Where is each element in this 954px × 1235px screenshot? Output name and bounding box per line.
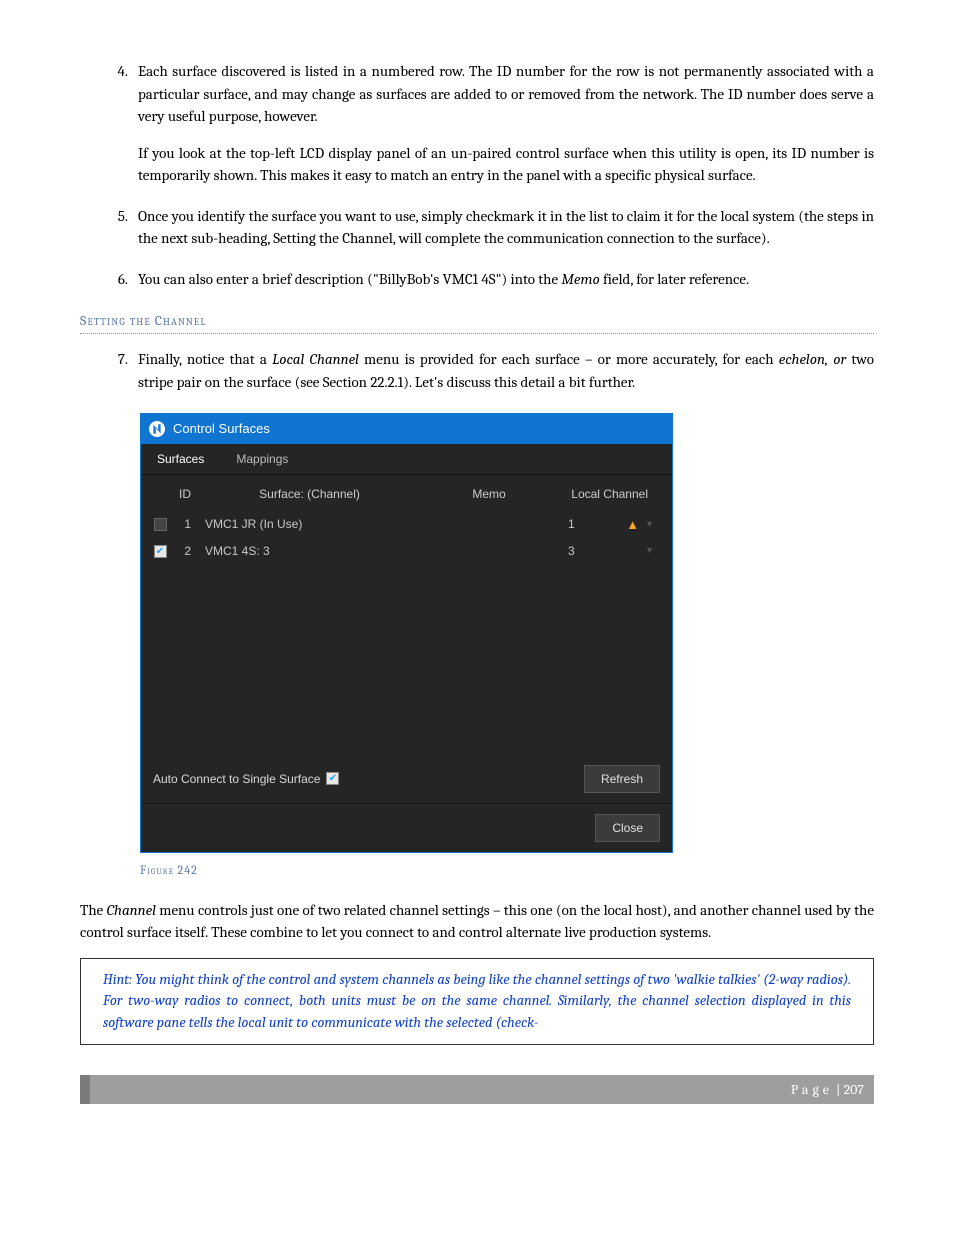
warning-icon: ▲ xyxy=(626,515,639,535)
row-checkbox-wrap xyxy=(149,518,171,531)
dialog-titlebar: Control Surfaces xyxy=(141,414,672,444)
list-item-7: 7. Finally, notice that a Local Channel … xyxy=(110,348,874,393)
row-checkbox[interactable]: ✔ xyxy=(154,545,167,558)
channel-emph: Channel xyxy=(107,901,156,919)
para: If you look at the top-left LCD display … xyxy=(138,142,874,187)
local-channel-emph: Local Channel xyxy=(272,350,359,368)
dialog-bottom-bar: Auto Connect to Single Surface ✔ Refresh xyxy=(141,755,672,803)
dialog-tabs: Surfaces Mappings xyxy=(141,444,672,475)
auto-connect-row: Auto Connect to Single Surface ✔ xyxy=(153,770,339,788)
list-item-6: 6. You can also enter a brief descriptio… xyxy=(110,268,874,291)
page-footer: Page | 207 xyxy=(80,1075,874,1104)
tab-surfaces[interactable]: Surfaces xyxy=(141,444,220,474)
surfaces-table: ID Surface: (Channel) Memo Local Channel… xyxy=(141,475,672,755)
footer-page-number: 207 xyxy=(844,1081,864,1098)
echelon-emph: echelon, or xyxy=(779,350,846,368)
footer-label: Page xyxy=(791,1081,833,1098)
memo-emph: Memo xyxy=(561,270,599,288)
para: Each surface discovered is listed in a n… xyxy=(138,62,874,125)
dialog-title: Control Surfaces xyxy=(173,419,270,439)
app-icon xyxy=(149,421,165,437)
list-number: 5. xyxy=(110,205,138,250)
close-button[interactable]: Close xyxy=(595,814,660,842)
list-number: 7. xyxy=(110,348,138,393)
figure-caption: Figure 242 xyxy=(140,861,874,879)
row-id: 1 xyxy=(171,515,199,533)
col-header-id: ID xyxy=(149,485,199,503)
dialog-close-bar: Close xyxy=(141,803,672,852)
row-checkbox[interactable] xyxy=(154,518,167,531)
numbered-list-upper: 4. Each surface discovered is listed in … xyxy=(110,60,874,290)
hint-box: Hint: You might think of the control and… xyxy=(80,958,874,1045)
table-header: ID Surface: (Channel) Memo Local Channel xyxy=(141,475,672,511)
col-header-memo: Memo xyxy=(414,485,564,503)
channel-value: 1 xyxy=(568,515,575,533)
control-surfaces-dialog: Control Surfaces Surfaces Mappings ID Su… xyxy=(140,413,673,853)
para-part: Finally, notice that a xyxy=(138,350,272,368)
chevron-down-icon: ▼ xyxy=(645,518,654,532)
list-item-5: 5. Once you identify the surface you wan… xyxy=(110,205,874,250)
list-number: 6. xyxy=(110,268,138,291)
list-number: 4. xyxy=(110,60,138,187)
para-part: menu controls just one of two related ch… xyxy=(80,901,874,942)
list-item-4: 4. Each surface discovered is listed in … xyxy=(110,60,874,187)
channel-value: 3 xyxy=(568,542,575,560)
para-part: field, for later reference. xyxy=(600,270,749,288)
table-row: ✔ 2 VMC1 4S: 3 3 ▼ xyxy=(141,538,672,564)
row-id: 2 xyxy=(171,542,199,560)
auto-connect-checkbox[interactable]: ✔ xyxy=(326,772,339,785)
list-text: Each surface discovered is listed in a n… xyxy=(138,60,874,187)
para-part: You can also enter a brief description (… xyxy=(138,270,561,288)
hint-text: Hint: You might think of the control and… xyxy=(103,971,851,1032)
table-row: 1 VMC1 JR (In Use) 1 ▲ ▼ xyxy=(141,511,672,539)
col-header-surface: Surface: (Channel) xyxy=(199,485,414,503)
numbered-list-lower: 7. Finally, notice that a Local Channel … xyxy=(110,348,874,393)
chevron-down-icon: ▼ xyxy=(645,544,654,558)
row-surface: VMC1 4S: 3 xyxy=(199,542,414,560)
col-header-local-channel: Local Channel xyxy=(564,485,654,503)
para-part: menu is provided for each surface – or m… xyxy=(359,350,779,368)
tab-mappings[interactable]: Mappings xyxy=(220,444,304,474)
auto-connect-label: Auto Connect to Single Surface xyxy=(153,770,320,788)
list-text: Finally, notice that a Local Channel men… xyxy=(138,348,874,393)
row-local-channel[interactable]: 3 ▼ xyxy=(564,542,654,560)
list-text: You can also enter a brief description (… xyxy=(138,268,874,291)
refresh-button[interactable]: Refresh xyxy=(584,765,660,793)
body-paragraph: The Channel menu controls just one of tw… xyxy=(80,899,874,944)
row-surface: VMC1 JR (In Use) xyxy=(199,515,414,533)
row-local-channel[interactable]: 1 ▲ ▼ xyxy=(564,515,654,535)
para: Once you identify the surface you want t… xyxy=(138,207,874,248)
section-heading-setting-channel: Setting the Channel xyxy=(80,310,874,334)
list-text: Once you identify the surface you want t… xyxy=(138,205,874,250)
control-surfaces-dialog-figure: Control Surfaces Surfaces Mappings ID Su… xyxy=(140,413,874,853)
row-checkbox-wrap: ✔ xyxy=(149,545,171,558)
footer-sep: | xyxy=(833,1081,844,1098)
para-part: The xyxy=(80,901,107,919)
